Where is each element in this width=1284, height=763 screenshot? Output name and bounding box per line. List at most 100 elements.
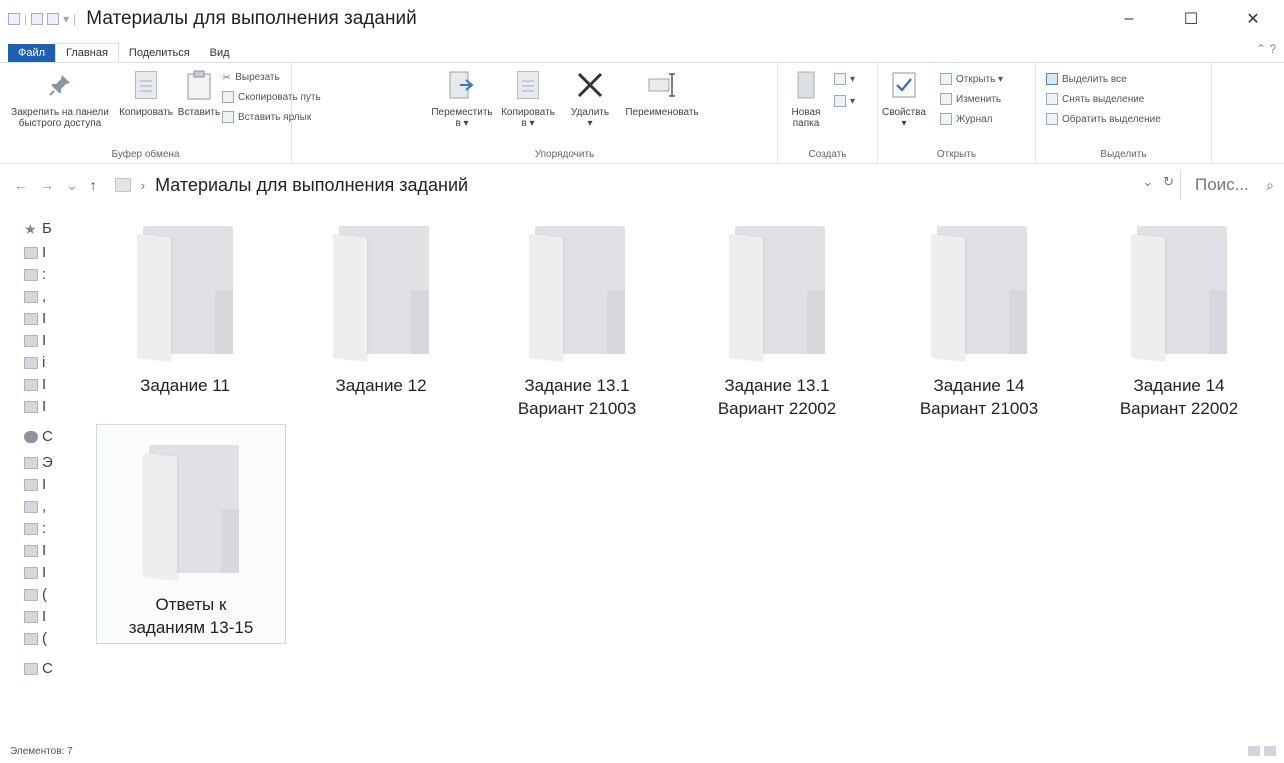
folder-item[interactable]: Задание 13.1 Вариант 21003 [482,206,672,420]
details-view-icon[interactable] [1248,746,1260,756]
folder-item[interactable]: Задание 12 [286,206,476,397]
folder-icon [1131,220,1227,362]
nav-item[interactable]: , [24,498,46,515]
nav-item-onedrive[interactable]: C [24,428,53,445]
breadcrumb-chevron-icon[interactable]: › [141,178,145,193]
folder-small-icon [114,178,131,192]
folder-label: Задание 11 [140,376,230,395]
delete-x-icon [575,69,605,101]
nav-item[interactable]: I [24,398,46,415]
breadcrumb[interactable]: › Материалы для выполнения заданий [114,175,468,196]
new-item-button[interactable]: ▾ [834,73,855,85]
recent-chevron-icon[interactable]: ⌄ [66,177,78,194]
folder-item[interactable]: Задание 14 Вариант 21003 [884,206,1074,420]
folder-item[interactable]: Задание 14 Вариант 22002 [1084,206,1274,420]
nav-item[interactable]: , [24,288,46,305]
nav-item[interactable]: ( [24,630,47,647]
address-dropdown-icon[interactable]: ⌄ [1142,174,1153,190]
copy-to-button[interactable]: Копировать в ▾ [496,69,560,129]
new-folder-quick-icon[interactable] [47,13,60,25]
group-label-select: Выделить [1100,149,1147,160]
nav-item[interactable]: I [24,476,46,493]
folder-item[interactable]: Задание 13.1 Вариант 22002 [682,206,872,420]
rename-button[interactable]: Переименовать [622,69,702,118]
qat-dropdown-icon[interactable]: ▾ [63,12,69,26]
tab-file[interactable]: Файл [8,44,56,62]
nav-item[interactable]: I [24,542,46,559]
open-button[interactable]: Открыть ▾ [940,73,1003,85]
folder-icon [529,220,625,362]
drive-icon [24,632,38,645]
up-arrow-icon[interactable]: ↑ [90,177,97,194]
nav-item-this-pc[interactable]: Э [24,454,53,471]
navigation-buttons: ← → ⌄ ↑ [14,177,97,194]
folder-item-selected[interactable]: Ответы к заданиям 13-15 [96,424,286,644]
nav-item[interactable]: : [24,266,46,283]
copy-path-icon [222,91,234,103]
invert-selection-button[interactable]: Обратить выделение [1046,113,1161,125]
move-to-button[interactable]: Переместить в ▾ [430,69,494,129]
refresh-icon[interactable]: ↻ [1163,174,1174,190]
nav-item[interactable]: I [24,564,46,581]
copy-button[interactable]: Копировать [118,69,174,118]
pin-icon [45,69,75,101]
new-folder-button[interactable]: Новая папка [784,69,828,129]
folder-item[interactable]: Задание 11 [90,206,280,397]
ribbon-collapse-icon[interactable]: ⌃ ? [1256,42,1276,56]
close-button[interactable]: ✕ [1222,0,1284,38]
star-icon: ★ [24,220,37,237]
minimize-button[interactable]: – [1098,0,1160,38]
folder-icon [333,220,429,362]
large-icons-view-icon[interactable] [1264,746,1276,756]
folder-label: Задание 14 Вариант 22002 [1119,376,1239,418]
select-none-button[interactable]: Снять выделение [1046,93,1144,105]
folder-icon [24,334,38,347]
pictures-icon [24,312,38,325]
search-icon[interactable]: ⌕ [1266,177,1274,194]
new-item-icon [834,73,846,85]
nav-item[interactable]: I [24,608,46,625]
select-all-button[interactable]: Выделить все [1046,73,1127,85]
group-organize: Переместить в ▾ Копировать в ▾ Удалить ▾… [292,63,778,163]
edit-button[interactable]: Изменить [940,93,1001,105]
folder-icon [24,356,38,369]
cut-button[interactable]: ✂ Вырезать [222,71,280,84]
tab-share[interactable]: Поделиться [119,44,200,62]
nav-item[interactable]: i [24,354,45,371]
move-to-icon [447,69,477,101]
folder-icon [24,378,38,391]
invert-selection-icon [1046,113,1058,125]
select-all-icon [1046,73,1058,85]
search-input[interactable]: Поис... ⌕ [1180,170,1284,200]
properties-quick-icon[interactable] [31,13,44,25]
tab-view[interactable]: Вид [200,44,240,62]
folder-label: Задание 14 Вариант 21003 [919,376,1039,418]
pin-quick-access-button[interactable]: Закрепить на панели быстрого доступа [4,69,116,129]
forward-arrow-icon[interactable]: → [40,177,54,194]
nav-item[interactable]: I [24,244,46,261]
easy-access-button[interactable]: ▾ [834,95,855,107]
search-placeholder: Поис... [1195,175,1249,194]
title-bar: | ▾ | Материалы для выполнения заданий –… [0,0,1284,38]
delete-button[interactable]: Удалить ▾ [562,69,618,129]
nav-item-quick-access[interactable]: ★ Б [24,220,52,237]
nav-item[interactable]: : [24,520,46,537]
nav-item[interactable]: I [24,310,46,327]
new-folder-icon [791,69,821,101]
nav-item[interactable]: I [24,332,46,349]
group-label-organize: Упорядочить [534,149,595,160]
navigation-pane: ★ Б I : , I I i I I C Э I , : I I ( I ( C [0,206,86,736]
nav-item[interactable]: I [24,376,46,393]
back-arrow-icon[interactable]: ← [14,177,28,194]
paste-button[interactable]: Вставить [176,69,222,118]
properties-button[interactable]: Свойства ▾ [878,69,930,129]
3d-objects-icon [24,478,38,491]
quick-access-toolbar[interactable]: | ▾ | [8,12,76,26]
maximize-button[interactable]: ☐ [1160,0,1222,38]
history-button[interactable]: Журнал [940,113,993,125]
tab-home[interactable]: Главная [55,43,119,62]
breadcrumb-current[interactable]: Материалы для выполнения заданий [155,175,468,196]
nav-item-network[interactable]: C [24,660,53,677]
nav-item[interactable]: ( [24,586,47,603]
select-none-icon [1046,93,1058,105]
